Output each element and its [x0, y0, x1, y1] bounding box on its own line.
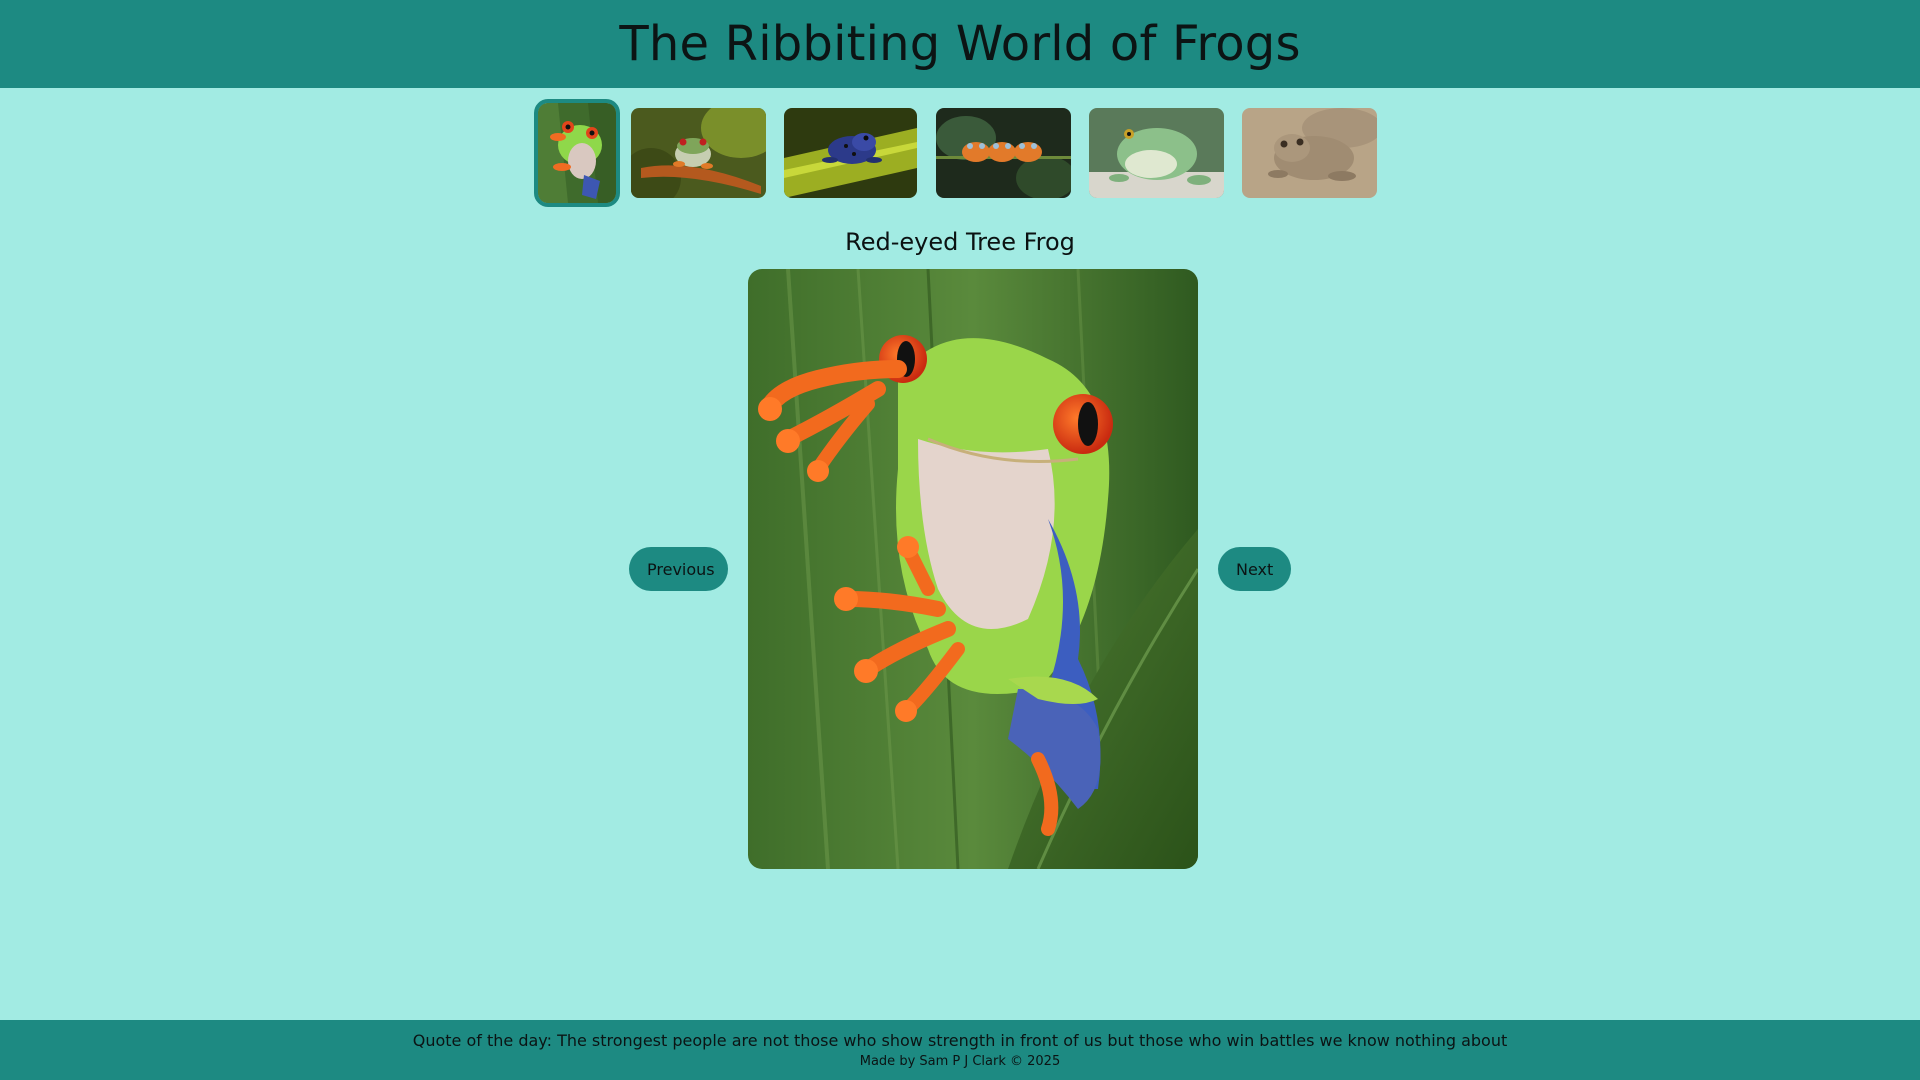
green-tree-frog-thumbnail-image	[1089, 108, 1224, 198]
frog-on-branch-thumbnail-image	[631, 108, 766, 198]
image-caption: Red-eyed Tree Frog	[845, 228, 1075, 256]
thumbnail-toad[interactable]	[1242, 108, 1377, 198]
main-frog-image	[748, 269, 1198, 869]
previous-button[interactable]: Previous	[629, 547, 728, 591]
thumbnail-three-frogs-on-twig[interactable]	[936, 108, 1071, 198]
thumbnail-blue-poison-dart-frog[interactable]	[784, 108, 917, 198]
toad-thumbnail-image	[1242, 108, 1377, 198]
blue-poison-dart-frog-thumbnail-image	[784, 108, 917, 198]
page-title: The Ribbiting World of Frogs	[619, 16, 1301, 72]
site-header: The Ribbiting World of Frogs	[0, 0, 1920, 88]
thumbnail-red-eyed-tree-frog[interactable]	[534, 99, 620, 207]
thumbnail-frog-on-branch[interactable]	[631, 108, 766, 198]
quote-of-the-day: Quote of the day: The strongest people a…	[412, 1031, 1508, 1050]
footer-credit: Made by Sam P J Clark © 2025	[859, 1054, 1061, 1069]
thumbnail-strip	[0, 99, 1920, 210]
three-frogs-thumbnail-image	[936, 108, 1071, 198]
next-button[interactable]: Next	[1218, 547, 1291, 591]
thumbnail-green-tree-frog[interactable]	[1089, 108, 1224, 198]
site-footer: Quote of the day: The strongest people a…	[0, 1020, 1920, 1080]
red-eyed-tree-frog-thumbnail-image	[538, 103, 616, 203]
red-eyed-tree-frog-image	[748, 269, 1198, 869]
